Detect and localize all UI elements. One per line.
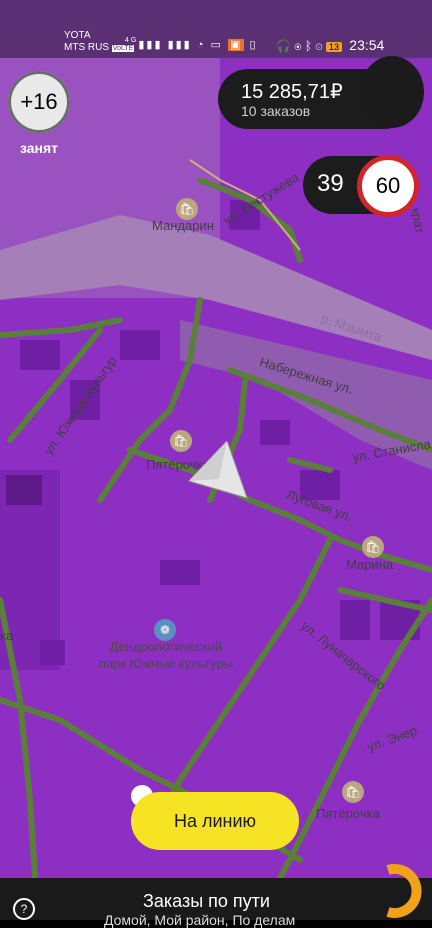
shop-icon-pyaterochka-2[interactable]: 🛍 — [342, 781, 364, 803]
headphones-icon: 🎧 — [276, 39, 291, 53]
poi-label-pyaterochka-2: Пятёрочка — [316, 806, 380, 821]
carrier-info: YOTA MTS RUS VoLTE — [64, 30, 135, 55]
signal-icons: 4G▮▮▮ ▮▮▮ ◔ ▭ ▣ ▯ — [125, 37, 258, 51]
shop-icon-marina[interactable]: 🛍 — [362, 536, 384, 558]
earnings-amount: 15 285,71₽ — [241, 81, 343, 103]
poi-label-marina: Марина — [346, 557, 394, 572]
sim-icon: ▭ — [210, 39, 223, 51]
go-online-button[interactable]: На линию — [131, 792, 299, 850]
bonus-badge[interactable]: +16 — [8, 71, 70, 133]
clock: 23:54 — [349, 37, 385, 53]
current-speed: 39 — [317, 170, 344, 197]
street-label-ka: ка — [0, 628, 14, 643]
status-right: 🎧 ◉ ᛒ ⊙ 13 23:54 — [276, 37, 384, 53]
app-logo-icon — [386, 864, 422, 918]
speed-limit-sign: 60 — [357, 155, 419, 217]
bluetooth-icon: ᛒ — [304, 39, 313, 53]
poi-label-mandarin: Мандарин — [152, 218, 214, 233]
network-type: 4G — [125, 37, 139, 44]
shop-icon[interactable]: 🛍 — [176, 198, 198, 220]
eye-icon: ◉ — [294, 39, 302, 53]
poi-label-dendropark: Дендрологический парк Южные культуры — [98, 639, 234, 671]
help-icon[interactable]: ? — [13, 898, 35, 920]
signal-icon: ▮▮▮ — [138, 39, 163, 51]
bottom-sheet-subtitle: Домой, Мой район, По делам — [104, 912, 296, 928]
carrier-2: MTS RUS — [64, 42, 109, 53]
status-bar: YOTA MTS RUS VoLTE 4G▮▮▮ ▮▮▮ ◔ ▭ ▣ ▯ 🎧 ◉… — [0, 0, 432, 58]
driver-status: занят — [20, 140, 59, 156]
location-icon: ⊙ — [315, 39, 323, 53]
navigation-arrow-icon — [188, 441, 248, 499]
carrier-1: YOTA — [64, 30, 91, 41]
battery-saver-icon: ▯ — [249, 39, 258, 51]
battery-icon: 13 — [325, 42, 342, 52]
sync-icon: ◔ — [196, 39, 206, 51]
bottom-sheet-title: Заказы по пути — [143, 891, 270, 911]
signal-icon-2: ▮▮▮ — [167, 39, 192, 51]
orders-count: 10 заказов — [241, 103, 311, 119]
app-notification-icon: ▣ — [228, 39, 245, 51]
avatar[interactable] — [360, 56, 424, 128]
